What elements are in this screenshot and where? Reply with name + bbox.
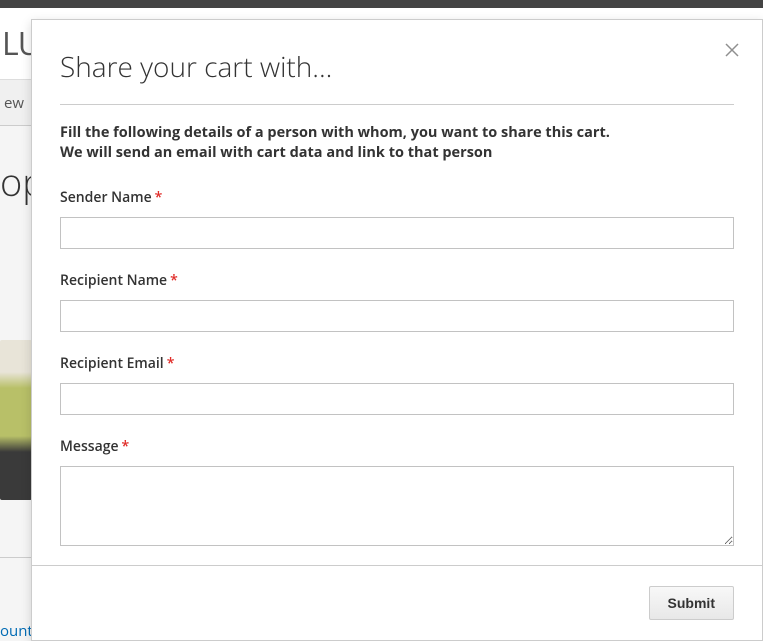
modal-footer: Submit (32, 565, 762, 640)
table-footer-fragment (0, 516, 32, 558)
label-recipient-email: Recipient Email* (60, 354, 734, 373)
field-sender-name: Sender Name* (60, 188, 734, 249)
required-mark: * (167, 354, 175, 373)
required-mark: * (155, 188, 163, 207)
required-mark: * (122, 437, 130, 456)
label-sender-name: Sender Name* (60, 188, 734, 207)
share-cart-modal: Share your cart with... Fill the followi… (31, 19, 763, 641)
field-message: Message* (60, 437, 734, 551)
product-thumbnail-fragment (0, 340, 32, 500)
modal-header: Share your cart with... (60, 20, 734, 105)
input-recipient-name[interactable] (60, 300, 734, 332)
field-recipient-name: Recipient Name* (60, 271, 734, 332)
input-sender-name[interactable] (60, 217, 734, 249)
input-recipient-email[interactable] (60, 383, 734, 415)
field-recipient-email: Recipient Email* (60, 354, 734, 415)
label-message: Message* (60, 437, 734, 456)
modal-body: Fill the following details of a person w… (32, 105, 762, 565)
input-message[interactable] (60, 466, 734, 546)
label-recipient-name: Recipient Name* (60, 271, 734, 290)
top-bar (0, 0, 763, 8)
modal-title: Share your cart with... (60, 48, 734, 86)
nav-item-fragment: ew (0, 93, 28, 113)
submit-button[interactable]: Submit (649, 586, 734, 620)
modal-intro: Fill the following details of a person w… (60, 123, 734, 164)
required-mark: * (170, 271, 178, 290)
